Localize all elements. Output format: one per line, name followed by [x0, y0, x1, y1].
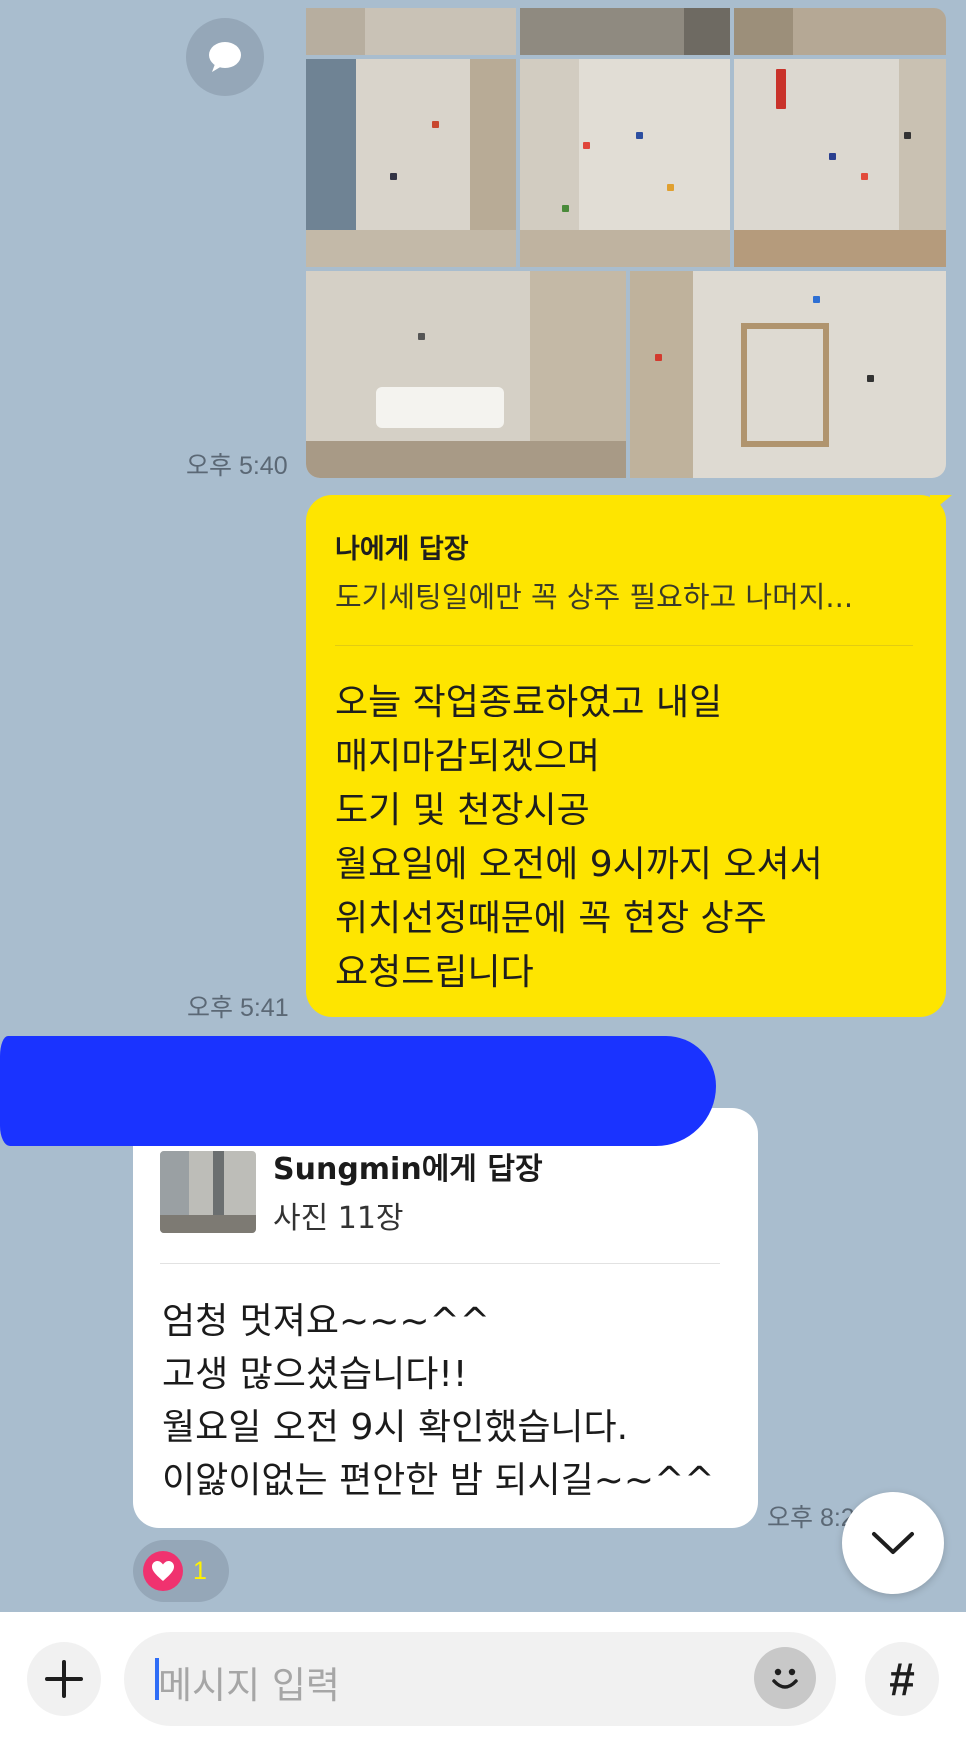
reply-thumbnail: [160, 1151, 256, 1233]
heart-icon: [143, 1551, 183, 1591]
message-line: 요청드립니다: [335, 952, 534, 993]
chevron-down-icon: [872, 1532, 914, 1554]
message-text: 엄청 멋져요~~~^^ 고생 많으셨습니다!! 월요일 오전 9시 확인했습니다…: [162, 1295, 714, 1507]
message-line: 이앓이없는 편안한 밤 되시길~~^^: [162, 1460, 715, 1501]
photo-thumbnail[interactable]: [306, 271, 626, 478]
scroll-down-button[interactable]: [842, 1492, 944, 1594]
message-line: 월요일에 오전에 9시까지 오셔서: [335, 844, 823, 885]
photo-thumbnail[interactable]: [630, 271, 946, 478]
attach-button[interactable]: [27, 1642, 101, 1716]
photo-thumbnail[interactable]: [520, 8, 730, 55]
message-line: 위치선정때문에 꼭 현장 상주: [335, 898, 767, 939]
reply-header-title: 나에게 답장: [335, 534, 469, 565]
reaction-count: 1: [193, 1556, 207, 1585]
message-input-placeholder: 메시지 입력: [158, 1664, 340, 1707]
bubble-tail: [930, 495, 952, 513]
smiley-icon: [772, 1668, 798, 1689]
emoji-button[interactable]: [754, 1647, 816, 1709]
message-line: 고생 많으셨습니다!!: [162, 1354, 468, 1395]
reply-divider: [160, 1263, 720, 1264]
message-line: 엄청 멋져요~~~^^: [162, 1301, 490, 1342]
plus-icon: [45, 1660, 83, 1698]
message-time: 오후 5:41: [187, 994, 289, 1022]
reply-divider: [335, 645, 913, 646]
message-line: 도기 및 천장시공: [335, 790, 590, 831]
message-line: 매지마감되겠으며: [335, 736, 600, 777]
reply-header-preview: 도기세팅일에만 꼭 상주 필요하고 나머지...: [335, 580, 854, 614]
hashtag-icon: #: [889, 1653, 915, 1705]
photo-thumbnail[interactable]: [520, 59, 730, 267]
reply-header-title: Sungmin에게 답장: [273, 1152, 543, 1187]
hashtag-button[interactable]: #: [865, 1642, 939, 1716]
message-text: 오늘 작업종료하였고 내일 매지마감되겠으며 도기 및 천장시공 월요일에 오전…: [335, 676, 823, 1000]
message-time: 오후 5:40: [186, 452, 288, 480]
photo-thumbnail[interactable]: [734, 59, 946, 267]
photo-thumbnail[interactable]: [306, 59, 516, 267]
photo-album[interactable]: [0, 0, 966, 480]
reaction-badge[interactable]: 1: [133, 1540, 229, 1602]
reply-header-preview: 사진 11장: [273, 1201, 404, 1236]
redaction-mark: [0, 1036, 716, 1146]
message-line: 오늘 작업종료하였고 내일: [335, 682, 723, 723]
photo-thumbnail[interactable]: [306, 8, 516, 55]
message-line: 월요일 오전 9시 확인했습니다.: [162, 1407, 629, 1448]
photo-thumbnail[interactable]: [734, 8, 946, 55]
